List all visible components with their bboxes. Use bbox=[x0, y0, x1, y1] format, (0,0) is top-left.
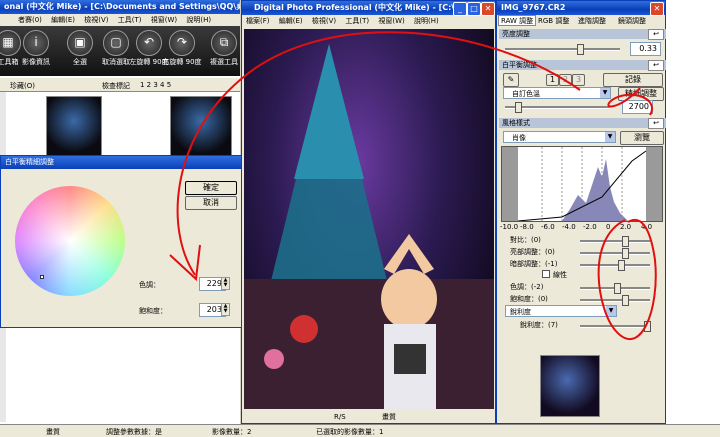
red-annotation-arrows bbox=[169, 31, 657, 340]
